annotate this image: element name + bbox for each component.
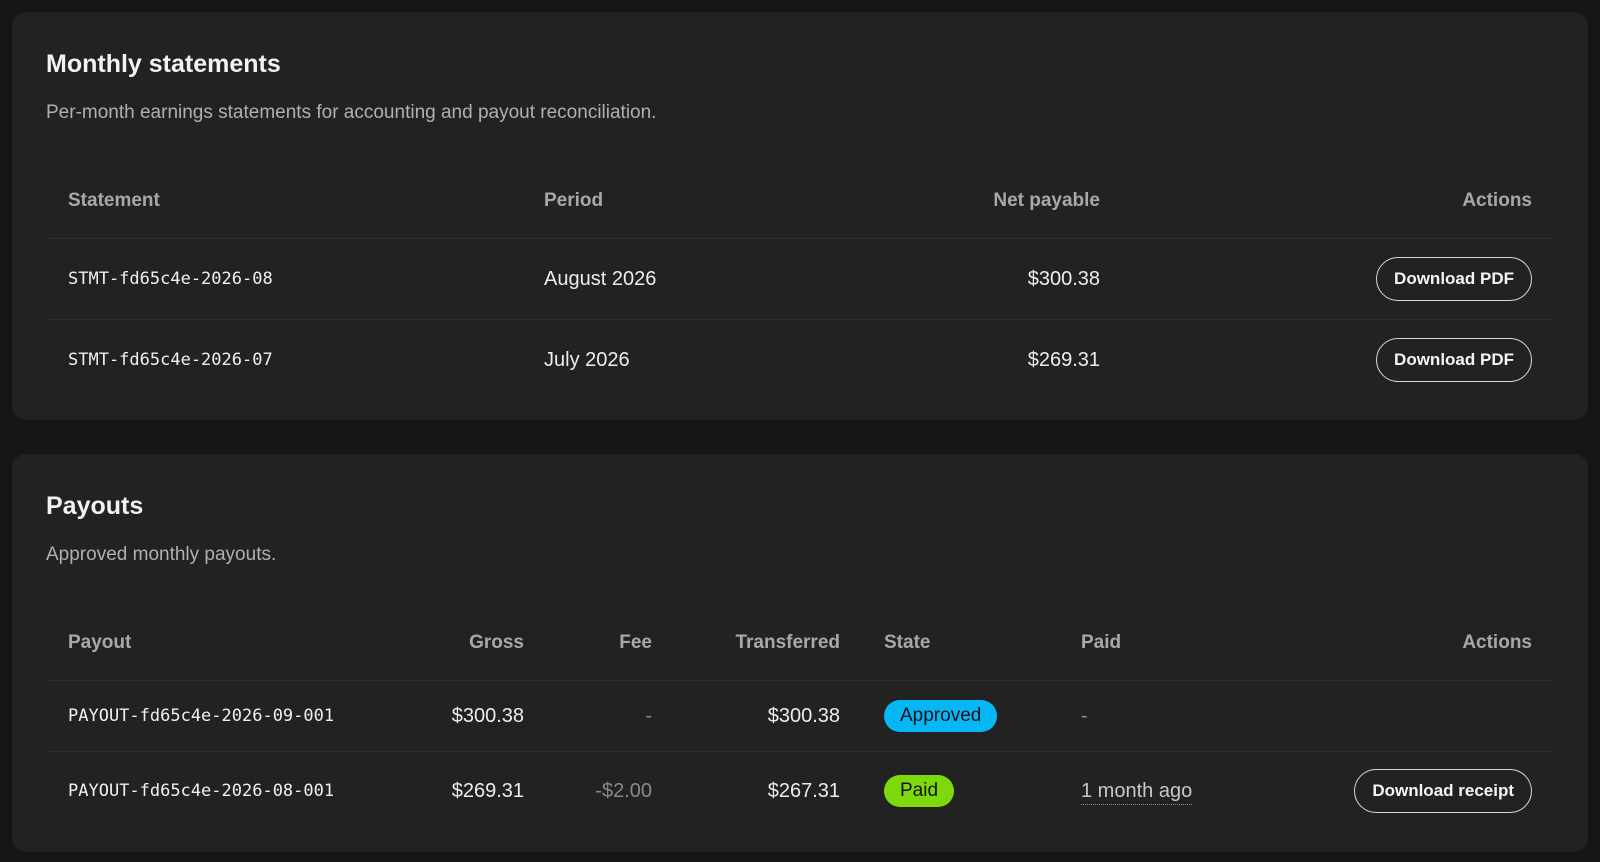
payout-transferred: $267.31 <box>767 779 840 802</box>
payout-actions-cell <box>1299 680 1554 752</box>
column-header-transferred: Transferred <box>674 606 862 681</box>
payout-transferred: $300.38 <box>674 680 862 752</box>
column-header-payout: Payout <box>46 606 416 681</box>
payout-paid-cell: 1 month ago <box>1059 752 1299 831</box>
column-header-paid: Paid <box>1059 606 1299 681</box>
statement-id: STMT-fd65c4e-2026-07 <box>68 350 273 370</box>
payout-gross: $269.31 <box>451 779 524 802</box>
payouts-header-row: Payout Gross Fee Transferred State Paid … <box>46 606 1554 681</box>
payouts-table: Payout Gross Fee Transferred State Paid … <box>46 606 1554 830</box>
column-header-state: State <box>862 606 1059 681</box>
download-pdf-button[interactable]: Download PDF <box>1376 257 1532 301</box>
payout-state-cell: Approved <box>862 680 1059 752</box>
download-pdf-button[interactable]: Download PDF <box>1376 338 1532 382</box>
statement-net-payable: $269.31 <box>1027 348 1100 371</box>
payouts-card: Payouts Approved monthly payouts. Payout… <box>12 454 1588 852</box>
statement-actions-cell: Download PDF <box>1122 238 1554 320</box>
status-badge: Approved <box>884 700 998 732</box>
column-header-gross: Gross <box>416 606 546 681</box>
column-header-actions: Actions <box>1122 164 1554 239</box>
table-row: PAYOUT-fd65c4e-2026-09-001 $300.38 - $30… <box>46 680 1554 752</box>
monthly-statements-card: Monthly statements Per-month earnings st… <box>12 12 1588 420</box>
column-header-period: Period <box>522 164 822 239</box>
statement-actions-cell: Download PDF <box>1122 320 1554 401</box>
payout-state-cell: Paid <box>862 752 1059 831</box>
status-badge: Paid <box>884 775 955 807</box>
payouts-description: Approved monthly payouts. <box>46 544 277 565</box>
payout-id: PAYOUT-fd65c4e-2026-09-001 <box>46 680 416 752</box>
table-row: STMT-fd65c4e-2026-08 August 2026 $300.38… <box>46 238 1554 320</box>
payout-paid-relative-time: 1 month ago <box>1081 779 1193 805</box>
payout-fee: - <box>546 680 674 752</box>
table-row: PAYOUT-fd65c4e-2026-08-001 $269.31 -$2.0… <box>46 752 1554 831</box>
statement-net-payable: $300.38 <box>822 238 1122 320</box>
statements-title: Monthly statements <box>46 50 281 78</box>
statements-description: Per-month earnings statements for accoun… <box>46 102 657 123</box>
payout-actions-cell: Download receipt <box>1299 752 1554 831</box>
payout-paid: - <box>1059 680 1299 752</box>
statement-period: August 2026 <box>522 238 822 320</box>
payout-gross: $300.38 <box>416 680 546 752</box>
payouts-title: Payouts <box>46 492 144 520</box>
statement-period: July 2026 <box>544 348 630 371</box>
statements-table: Statement Period Net payable Actions STM… <box>46 164 1554 400</box>
column-header-net-payable: Net payable <box>822 164 1122 239</box>
payout-fee: -$2.00 <box>595 779 652 802</box>
column-header-statement: Statement <box>46 164 522 239</box>
column-header-actions: Actions <box>1299 606 1554 681</box>
download-receipt-button[interactable]: Download receipt <box>1354 769 1532 813</box>
column-header-fee: Fee <box>546 606 674 681</box>
statement-id: STMT-fd65c4e-2026-08 <box>46 238 522 320</box>
table-row: STMT-fd65c4e-2026-07 July 2026 $269.31 D… <box>46 320 1554 401</box>
statements-header-row: Statement Period Net payable Actions <box>46 164 1554 239</box>
payout-id: PAYOUT-fd65c4e-2026-08-001 <box>68 781 335 801</box>
